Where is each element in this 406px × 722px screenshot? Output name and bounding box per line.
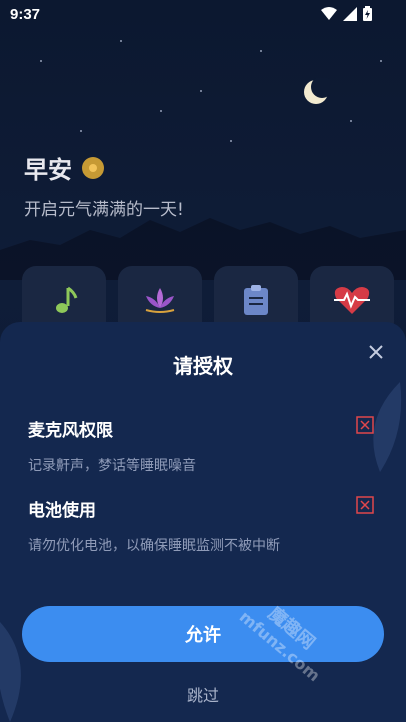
dialog-title: 请授权 (173, 354, 233, 378)
status-time: 9:37 (10, 5, 41, 23)
denied-status-icon (356, 416, 374, 434)
permission-microphone[interactable]: 麦克风权限 记录鼾声，梦话等睡眠噪音 (28, 416, 378, 475)
permission-description: 请勿优化电池，以确保睡眠监测不被中断 (28, 538, 280, 554)
permission-battery[interactable]: 电池使用 请勿优化电池，以确保睡眠监测不被中断 (28, 496, 378, 555)
sun-icon (82, 156, 104, 179)
battery-icon (363, 6, 372, 21)
greeting-title: 早安 (24, 150, 184, 185)
clipboard-icon (244, 285, 268, 315)
wifi-icon (321, 6, 337, 20)
greeting-title-text: 早安 (24, 156, 72, 184)
heartbeat-icon (334, 287, 370, 314)
permission-title: 麦克风权限 (28, 421, 113, 441)
moon-icon (304, 78, 330, 104)
permission-description: 记录鼾声，梦话等睡眠噪音 (28, 458, 196, 474)
close-icon[interactable] (366, 342, 386, 362)
lotus-icon (145, 288, 175, 313)
status-bar: 9:37 (0, 0, 406, 28)
permission-title: 电池使用 (28, 501, 96, 521)
denied-status-icon (356, 496, 374, 514)
music-note-icon (56, 286, 78, 313)
signal-icon (343, 6, 357, 21)
